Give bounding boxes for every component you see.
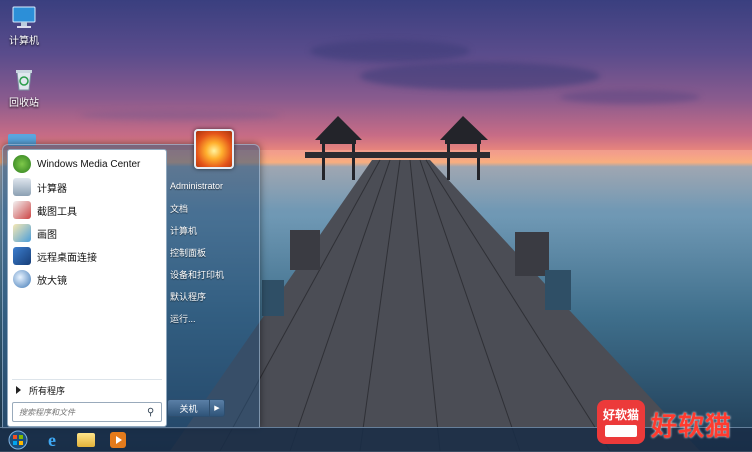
start-search-box[interactable]: ⚲ bbox=[12, 402, 162, 422]
all-programs-button[interactable]: 所有程序 bbox=[12, 379, 162, 398]
shutdown-button[interactable]: 关机 bbox=[168, 400, 210, 416]
user-avatar[interactable] bbox=[194, 129, 234, 169]
internet-explorer-icon: e bbox=[48, 429, 56, 450]
paint-icon bbox=[13, 224, 31, 242]
start-link-devices-printers[interactable]: 设备和打印机 bbox=[167, 265, 258, 283]
start-link-label: 默认程序 bbox=[170, 291, 207, 302]
start-button[interactable] bbox=[4, 430, 32, 450]
start-link-label: 文档 bbox=[170, 203, 189, 214]
desktop-icon-label: 计算机 bbox=[9, 36, 39, 47]
watermark-badge-text: 好软猫 bbox=[602, 408, 639, 422]
watermark-cat-icon bbox=[605, 425, 637, 437]
shutdown-options-arrow-icon[interactable]: ▶ bbox=[210, 400, 224, 416]
program-label: 计算器 bbox=[37, 183, 67, 195]
program-item-media-center[interactable]: Windows Media Center bbox=[10, 153, 164, 175]
pavilion-left bbox=[315, 116, 362, 180]
start-menu-programs-pane: Windows Media Center 计算器 截图工具 画图 远程桌面连接 … bbox=[7, 149, 167, 427]
start-menu: Windows Media Center 计算器 截图工具 画图 远程桌面连接 … bbox=[2, 129, 260, 429]
program-item-paint[interactable]: 画图 bbox=[10, 222, 164, 244]
remote-desktop-icon bbox=[13, 247, 31, 265]
chevron-right-icon bbox=[16, 386, 21, 394]
desktop-icon-recycle-bin[interactable]: 回收站 bbox=[0, 68, 48, 109]
start-link-label: 运行... bbox=[170, 313, 196, 324]
watermark-logo: 好软猫 bbox=[597, 400, 645, 444]
taskbar-internet-explorer[interactable]: e bbox=[38, 430, 66, 450]
start-link-documents[interactable]: 文档 bbox=[167, 199, 258, 217]
pier-rail bbox=[305, 152, 490, 158]
pier-post bbox=[545, 270, 571, 310]
program-label: 远程桌面连接 bbox=[37, 252, 97, 264]
snipping-tool-icon bbox=[13, 201, 31, 219]
program-label: 截图工具 bbox=[37, 206, 77, 218]
start-link-label: 设备和打印机 bbox=[170, 269, 225, 280]
program-item-magnifier[interactable]: 放大镜 bbox=[10, 268, 164, 290]
program-label: Windows Media Center bbox=[37, 158, 141, 170]
start-link-label: 计算机 bbox=[170, 225, 198, 236]
calculator-icon bbox=[13, 178, 31, 196]
search-input[interactable] bbox=[17, 406, 145, 418]
program-item-remote-desktop[interactable]: 远程桌面连接 bbox=[10, 245, 164, 267]
computer-icon bbox=[12, 6, 36, 28]
pier-post bbox=[290, 230, 320, 270]
desktop-icon-label: 回收站 bbox=[9, 98, 39, 109]
program-item-snipping-tool[interactable]: 截图工具 bbox=[10, 199, 164, 221]
search-icon[interactable]: ⚲ bbox=[147, 407, 154, 418]
start-link-default-programs[interactable]: 默认程序 bbox=[167, 287, 258, 305]
taskbar-file-explorer[interactable] bbox=[72, 430, 100, 450]
taskbar-media-player[interactable] bbox=[104, 430, 132, 450]
all-programs-label: 所有程序 bbox=[29, 385, 66, 396]
start-link-control-panel[interactable]: 控制面板 bbox=[167, 243, 258, 261]
pier-post bbox=[515, 232, 549, 276]
program-label: 画图 bbox=[37, 229, 57, 241]
desktop-icon-computer[interactable]: 计算机 bbox=[0, 6, 48, 47]
start-link-computer[interactable]: 计算机 bbox=[167, 221, 258, 239]
watermark-text: 好软猫 bbox=[651, 411, 733, 441]
start-link-label: 控制面板 bbox=[170, 247, 207, 258]
start-orb-icon bbox=[8, 430, 28, 450]
start-link-run[interactable]: 运行... bbox=[167, 309, 258, 327]
shutdown-button-group: 关机 ▶ bbox=[167, 399, 225, 417]
magnifier-icon bbox=[13, 270, 31, 288]
user-name: Administrator bbox=[170, 181, 224, 191]
user-name-link[interactable]: Administrator bbox=[167, 177, 258, 195]
recycle-bin-icon bbox=[16, 70, 32, 91]
pavilion-right bbox=[440, 116, 488, 180]
program-item-calculator[interactable]: 计算器 bbox=[10, 176, 164, 198]
file-explorer-icon bbox=[77, 433, 95, 447]
pier-post bbox=[262, 280, 284, 316]
media-center-icon bbox=[13, 155, 31, 173]
program-label: 放大镜 bbox=[37, 275, 67, 287]
media-player-icon bbox=[110, 432, 126, 448]
